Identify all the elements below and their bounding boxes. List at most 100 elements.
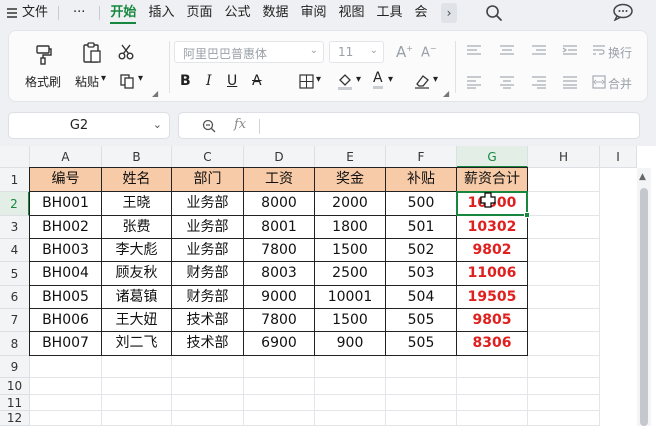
cell[interactable]: [315, 378, 386, 395]
cell[interactable]: [528, 411, 600, 426]
table-cell[interactable]: 505: [386, 332, 457, 356]
total-cell[interactable]: 10302: [457, 216, 528, 239]
cell[interactable]: [244, 411, 315, 426]
cell[interactable]: [528, 395, 600, 411]
cell[interactable]: [102, 378, 172, 395]
tab-data[interactable]: 数据: [256, 0, 294, 26]
table-cell[interactable]: 王大妞: [102, 309, 172, 332]
chat-icon[interactable]: [612, 3, 634, 21]
table-header-cell[interactable]: 薪资合计: [457, 168, 528, 192]
cell[interactable]: [386, 395, 457, 411]
tab-page[interactable]: 页面: [180, 0, 218, 26]
table-cell[interactable]: 诸葛镇: [102, 286, 172, 309]
cell[interactable]: [102, 411, 172, 426]
table-cell[interactable]: 技术部: [172, 309, 244, 332]
row-header-1[interactable]: 1: [0, 168, 30, 192]
tab-tools[interactable]: 工具: [371, 0, 409, 26]
table-header-cell[interactable]: 补贴: [386, 168, 457, 192]
table-cell[interactable]: 10001: [315, 286, 386, 309]
table-cell[interactable]: 502: [386, 239, 457, 262]
table-cell[interactable]: 1800: [315, 216, 386, 239]
tab-insert[interactable]: 插入: [142, 0, 180, 26]
font-color-dropdown-arrow[interactable]: ▾: [388, 74, 393, 85]
cell[interactable]: [30, 411, 102, 426]
wrap-text-icon[interactable]: [592, 44, 606, 58]
table-cell[interactable]: 8000: [244, 192, 315, 216]
row-header-10[interactable]: 10: [0, 378, 30, 395]
row-header-5[interactable]: 5: [0, 262, 30, 286]
table-cell[interactable]: 7800: [244, 239, 315, 262]
format-painter-icon[interactable]: [33, 43, 55, 65]
cell[interactable]: [172, 378, 244, 395]
zoom-icon[interactable]: [201, 118, 217, 134]
copy-icon[interactable]: [119, 73, 135, 89]
cell[interactable]: [244, 356, 315, 378]
table-cell[interactable]: BH002: [30, 216, 102, 239]
paste-dropdown-arrow[interactable]: ▾: [101, 73, 106, 84]
table-cell[interactable]: 李大彪: [102, 239, 172, 262]
cell[interactable]: [315, 411, 386, 426]
decrease-font-icon[interactable]: A−: [421, 44, 437, 60]
row-header-9[interactable]: 9: [0, 356, 30, 378]
table-cell[interactable]: 900: [315, 332, 386, 356]
cell[interactable]: [457, 411, 528, 426]
table-cell[interactable]: 8001: [244, 216, 315, 239]
cell[interactable]: [528, 216, 600, 239]
fill-color-icon[interactable]: [337, 72, 353, 90]
table-cell[interactable]: 财务部: [172, 286, 244, 309]
fill-handle[interactable]: [524, 212, 530, 218]
cell[interactable]: [244, 378, 315, 395]
row-header-6[interactable]: 6: [0, 286, 30, 309]
clipboard-expand-icon[interactable]: ◢: [152, 89, 158, 98]
wrap-text-label[interactable]: 换行: [608, 44, 632, 61]
total-cell[interactable]: 8306: [457, 332, 528, 356]
table-cell[interactable]: 500: [386, 192, 457, 216]
name-box[interactable]: G2 ⌄: [8, 112, 170, 139]
cell[interactable]: [244, 395, 315, 411]
border-dropdown-arrow[interactable]: ▾: [316, 74, 321, 85]
table-cell[interactable]: 505: [386, 309, 457, 332]
scroll-up-icon[interactable]: ▲: [639, 172, 646, 182]
total-cell[interactable]: 11006: [457, 262, 528, 286]
column-header-f[interactable]: F: [386, 146, 457, 168]
table-cell[interactable]: 7800: [244, 309, 315, 332]
column-header-b[interactable]: B: [102, 146, 172, 168]
paste-label[interactable]: 粘贴: [75, 73, 99, 90]
table-header-cell[interactable]: 姓名: [102, 168, 172, 192]
clear-format-icon[interactable]: [413, 73, 431, 89]
table-cell[interactable]: 1500: [315, 309, 386, 332]
more-menu[interactable]: ···: [63, 0, 95, 26]
tab-view[interactable]: 视图: [333, 0, 371, 26]
indent-icon[interactable]: [562, 44, 578, 58]
table-header-cell[interactable]: 工资: [244, 168, 315, 192]
table-header-cell[interactable]: 部门: [172, 168, 244, 192]
column-header-i[interactable]: I: [600, 146, 637, 168]
align-left-icon[interactable]: [466, 75, 482, 89]
increase-font-icon[interactable]: A+: [396, 43, 413, 61]
tab-home[interactable]: 开始: [104, 0, 142, 26]
table-cell[interactable]: 刘二飞: [102, 332, 172, 356]
fill-color-dropdown-arrow[interactable]: ▾: [356, 74, 361, 85]
table-cell[interactable]: 顾友秋: [102, 262, 172, 286]
cell[interactable]: [528, 332, 600, 356]
column-header-a[interactable]: A: [30, 146, 102, 168]
fx-icon[interactable]: fx: [234, 117, 246, 132]
cell[interactable]: [102, 395, 172, 411]
search-icon[interactable]: [484, 3, 504, 23]
tab-formula[interactable]: 公式: [218, 0, 256, 26]
cell[interactable]: [528, 192, 600, 216]
chevron-down-icon[interactable]: ⌄: [153, 118, 162, 131]
cell[interactable]: [386, 378, 457, 395]
cell[interactable]: [528, 286, 600, 309]
column-header-h[interactable]: H: [528, 146, 600, 168]
vertical-scrollbar[interactable]: ▲: [637, 168, 651, 426]
row-header-11[interactable]: 11: [0, 395, 30, 411]
font-color-icon[interactable]: A: [373, 71, 383, 89]
table-cell[interactable]: BH005: [30, 286, 102, 309]
row-header-12[interactable]: 12: [0, 411, 30, 426]
strikethrough-icon[interactable]: A: [252, 73, 262, 89]
cell[interactable]: [528, 239, 600, 262]
row-header-7[interactable]: 7: [0, 309, 30, 332]
cut-icon[interactable]: [117, 43, 135, 61]
table-cell[interactable]: 王晓: [102, 192, 172, 216]
